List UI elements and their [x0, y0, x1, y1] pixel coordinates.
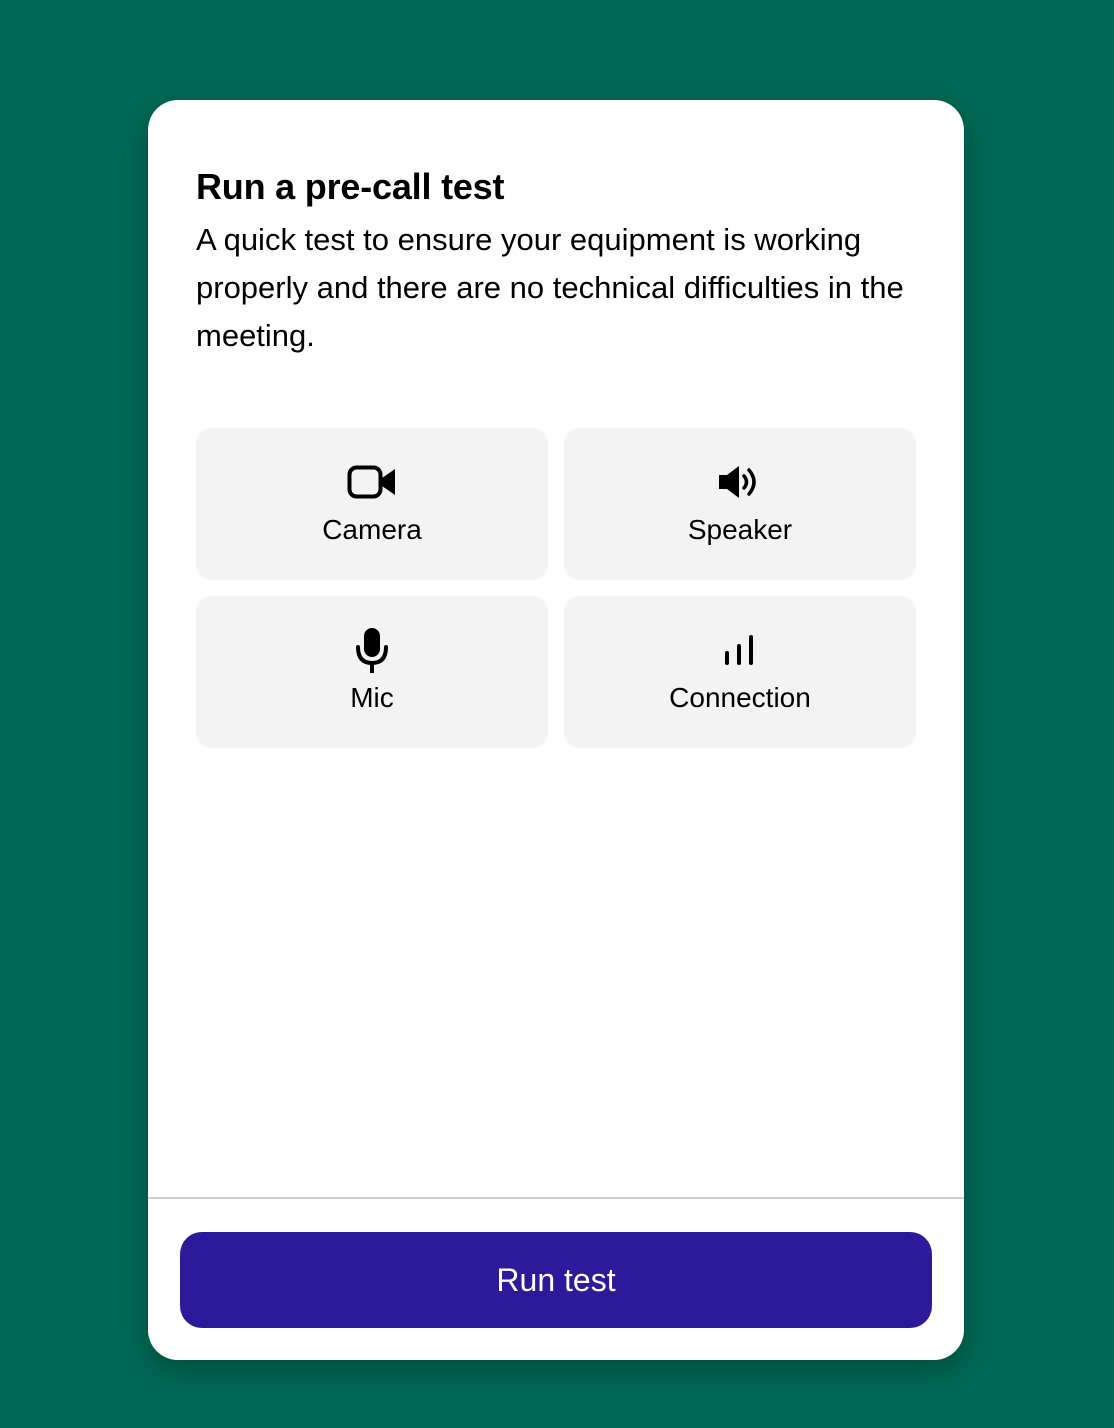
- card-title: Run a pre-call test: [196, 166, 505, 207]
- microphone-icon: [346, 628, 398, 673]
- connection-label: Connection: [669, 682, 811, 713]
- card-footer: Run test: [148, 1197, 964, 1360]
- card-description: A quick test to ensure your equipment is…: [196, 222, 904, 353]
- camera-icon: [346, 460, 398, 504]
- mic-label: Mic: [350, 682, 394, 713]
- camera-test-tile[interactable]: Camera: [196, 428, 548, 580]
- signal-bars-icon: [714, 628, 766, 672]
- card-header: Run a pre-call test A quick test to ensu…: [196, 162, 916, 360]
- run-test-button[interactable]: Run test: [180, 1232, 932, 1328]
- mic-test-tile[interactable]: Mic: [196, 596, 548, 748]
- test-tiles-grid: Camera Speaker Mic Connection: [196, 428, 916, 748]
- pre-call-test-card: Run a pre-call test A quick test to ensu…: [148, 100, 964, 1360]
- speaker-test-tile[interactable]: Speaker: [564, 428, 916, 580]
- camera-label: Camera: [322, 514, 422, 545]
- speaker-icon: [714, 460, 766, 504]
- speaker-label: Speaker: [687, 514, 793, 545]
- connection-test-tile[interactable]: Connection: [564, 596, 916, 748]
